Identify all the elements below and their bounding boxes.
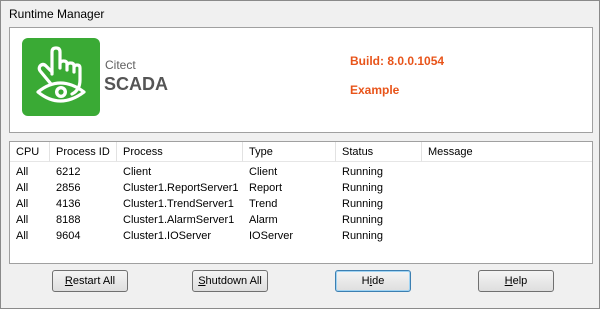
column-header-cpu[interactable]: CPU [10,142,50,162]
cell-message [422,212,428,228]
table-row[interactable]: All 2856 Cluster1.ReportServer1 Report R… [10,180,592,196]
cell-status: Running [342,166,383,178]
table-row[interactable]: All 8188 Cluster1.AlarmServer1 Alarm Run… [10,212,592,228]
cell-type: Trend [249,198,278,210]
column-header-process-id[interactable]: Process ID [50,142,117,162]
cell-cpu: All [16,166,29,178]
cell-status: Running [342,182,383,194]
cell-type: Client [249,166,278,178]
process-list[interactable]: CPU Process ID Process Type Status Messa… [9,141,593,264]
header-panel: Citect SCADA Build: 8.0.0.1054 Example [9,27,593,133]
column-header-type[interactable]: Type [243,142,336,162]
table-row[interactable]: All 4136 Cluster1.TrendServer1 Trend Run… [10,196,592,212]
cell-process-id: 9604 [56,230,81,242]
cell-message [422,196,428,212]
hand-eye-icon [36,46,86,103]
runtime-manager-window: Runtime Manager Citect SCADA Build: 8.0.… [0,0,600,309]
cell-cpu: All [16,230,29,242]
cell-status: Running [342,214,383,226]
cell-process: Cluster1.TrendServer1 [123,198,234,210]
shutdown-label: hutdown All [205,275,262,287]
shutdown-all-button[interactable]: Shutdown All [192,270,268,292]
title-bar[interactable]: Runtime Manager [1,1,599,25]
help-label: elp [512,275,528,287]
cell-process: Cluster1.AlarmServer1 [123,214,235,226]
table-row[interactable]: All 9604 Cluster1.IOServer IOServer Runn… [10,228,592,244]
citect-logo-icon [22,38,100,116]
cell-process: Cluster1.IOServer [123,230,212,242]
cell-type: Report [249,182,283,194]
column-header-process[interactable]: Process [117,142,243,162]
shutdown-mnemonic: S [198,275,206,287]
brand-scada: SCADA [104,74,169,94]
cell-process-id: 8188 [56,214,81,226]
project-name: Example [350,83,400,97]
restart-label: estart All [72,275,116,287]
column-header-status[interactable]: Status [336,142,422,162]
cell-message [422,228,428,244]
hide-label-start: H [361,275,370,287]
restart-all-button[interactable]: Restart All [52,270,128,292]
cell-status: Running [342,230,383,242]
cell-message [422,180,428,196]
cell-cpu: All [16,214,29,226]
brand-citect: Citect [105,58,136,72]
column-header-message[interactable]: Message [422,142,592,162]
cell-message [422,164,428,180]
cell-process-id: 2856 [56,182,81,194]
cell-process-id: 4136 [56,198,81,210]
cell-process: Cluster1.ReportServer1 [123,182,239,194]
cell-cpu: All [16,182,29,194]
cell-type: Alarm [249,214,278,226]
cell-status: Running [342,198,383,210]
help-button[interactable]: Help [478,270,554,292]
hide-label-end: de [372,275,385,287]
table-row[interactable]: All 6212 Client Client Running [10,164,592,180]
cell-process-id: 6212 [56,166,81,178]
restart-mnemonic: R [64,275,73,287]
cell-cpu: All [16,198,29,210]
hide-button[interactable]: Hide [335,270,411,292]
build-version: Build: 8.0.0.1054 [350,54,445,68]
cell-process: Client [123,166,152,178]
cell-type: IOServer [249,230,294,242]
window-title: Runtime Manager [9,7,105,21]
help-mnemonic: H [504,275,513,287]
